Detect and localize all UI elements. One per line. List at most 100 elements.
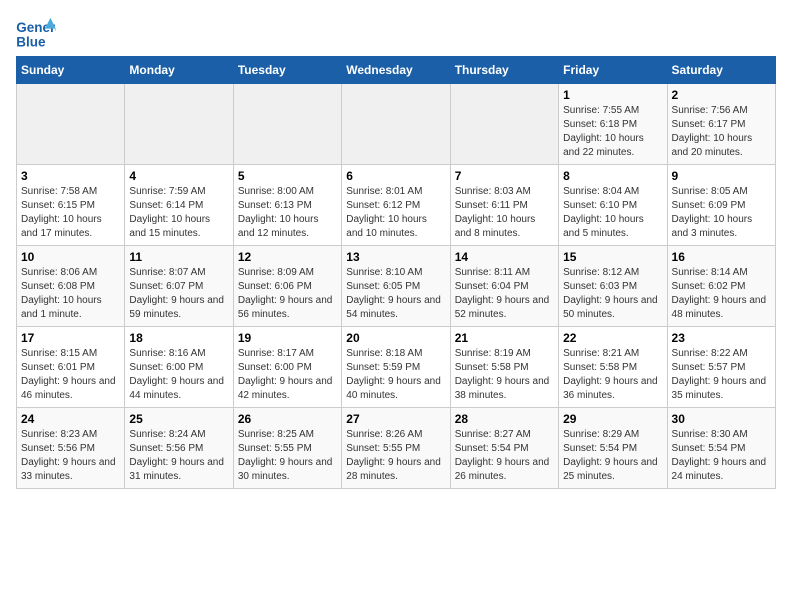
day-number: 1 [563,88,662,102]
day-cell: 9 Sunrise: 8:05 AMSunset: 6:09 PMDaylight… [667,165,775,246]
day-cell: 14 Sunrise: 8:11 AMSunset: 6:04 PMDayligh… [450,246,558,327]
day-cell: 24Sunrise: 8:23 AMSunset: 5:56 PMDayligh… [17,408,125,489]
header-day-wednesday: Wednesday [342,57,450,84]
day-info: Sunrise: 7:56 AMSunset: 6:17 PMDaylight:… [672,104,771,160]
day-cell: 1Sunrise: 7:55 AMSunset: 6:18 PMDaylight… [559,84,667,165]
day-cell: 16Sunrise: 8:14 AMSunset: 6:02 PMDayligh… [667,246,775,327]
header-day-sunday: Sunday [17,57,125,84]
day-cell [125,84,233,165]
day-cell: 12 Sunrise: 8:09 AMSunset: 6:06 PMDayligh… [233,246,341,327]
day-cell: 6 Sunrise: 8:01 AMSunset: 6:12 PMDaylight… [342,165,450,246]
day-cell: 26 Sunrise: 8:25 AMSunset: 5:55 PMDayligh… [233,408,341,489]
header-day-monday: Monday [125,57,233,84]
day-cell: 11 Sunrise: 8:07 AMSunset: 6:07 PMDayligh… [125,246,233,327]
day-info: Sunrise: 8:06 AMSunset: 6:08 PMDaylight:… [21,266,120,322]
day-number: 2 [672,88,771,102]
header-day-friday: Friday [559,57,667,84]
day-info: Sunrise: 8:29 AMSunset: 5:54 PMDaylight:… [563,428,662,484]
day-number: 15 [563,250,662,264]
page-header: General Blue [16,16,776,52]
day-info: Sunrise: 8:22 AMSunset: 5:57 PMDaylight:… [672,347,771,403]
day-number: 29 [563,412,662,426]
day-cell: 2 Sunrise: 7:56 AMSunset: 6:17 PMDaylight… [667,84,775,165]
day-cell: 18 Sunrise: 8:16 AMSunset: 6:00 PMDayligh… [125,327,233,408]
day-info: Sunrise: 8:10 AMSunset: 6:05 PMDaylight:… [346,266,445,322]
day-number: 6 [346,169,445,183]
day-cell: 21Sunrise: 8:19 AMSunset: 5:58 PMDayligh… [450,327,558,408]
day-number: 4 [129,169,228,183]
day-number: 18 [129,331,228,345]
day-cell: 23 Sunrise: 8:22 AMSunset: 5:57 PMDayligh… [667,327,775,408]
day-number: 30 [672,412,771,426]
day-cell [450,84,558,165]
day-cell: 30 Sunrise: 8:30 AMSunset: 5:54 PMDayligh… [667,408,775,489]
day-number: 7 [455,169,554,183]
day-number: 5 [238,169,337,183]
day-number: 27 [346,412,445,426]
day-cell: 27 Sunrise: 8:26 AMSunset: 5:55 PMDayligh… [342,408,450,489]
day-cell: 15 Sunrise: 8:12 AMSunset: 6:03 PMDayligh… [559,246,667,327]
day-cell: 8Sunrise: 8:04 AMSunset: 6:10 PMDaylight… [559,165,667,246]
day-info: Sunrise: 8:11 AMSunset: 6:04 PMDaylight:… [455,266,554,322]
week-row-4: 17 Sunrise: 8:15 AMSunset: 6:01 PMDayligh… [17,327,776,408]
day-number: 28 [455,412,554,426]
day-cell: 5 Sunrise: 8:00 AMSunset: 6:13 PMDaylight… [233,165,341,246]
day-number: 17 [21,331,120,345]
day-info: Sunrise: 7:59 AMSunset: 6:14 PMDaylight:… [129,185,228,241]
day-info: Sunrise: 8:05 AMSunset: 6:09 PMDaylight:… [672,185,771,241]
day-cell: 29 Sunrise: 8:29 AMSunset: 5:54 PMDayligh… [559,408,667,489]
header-day-thursday: Thursday [450,57,558,84]
week-row-3: 10Sunrise: 8:06 AMSunset: 6:08 PMDayligh… [17,246,776,327]
day-cell: 25 Sunrise: 8:24 AMSunset: 5:56 PMDayligh… [125,408,233,489]
day-number: 22 [563,331,662,345]
day-number: 20 [346,331,445,345]
day-cell: 17 Sunrise: 8:15 AMSunset: 6:01 PMDayligh… [17,327,125,408]
day-cell: 22 Sunrise: 8:21 AMSunset: 5:58 PMDayligh… [559,327,667,408]
day-info: Sunrise: 8:23 AMSunset: 5:56 PMDaylight:… [21,428,120,484]
week-row-2: 3 Sunrise: 7:58 AMSunset: 6:15 PMDaylight… [17,165,776,246]
day-number: 26 [238,412,337,426]
day-info: Sunrise: 8:26 AMSunset: 5:55 PMDaylight:… [346,428,445,484]
day-number: 12 [238,250,337,264]
day-info: Sunrise: 8:00 AMSunset: 6:13 PMDaylight:… [238,185,337,241]
logo-icon: General Blue [16,16,56,52]
day-cell: 4 Sunrise: 7:59 AMSunset: 6:14 PMDaylight… [125,165,233,246]
week-row-1: 1Sunrise: 7:55 AMSunset: 6:18 PMDaylight… [17,84,776,165]
day-info: Sunrise: 8:15 AMSunset: 6:01 PMDaylight:… [21,347,120,403]
day-number: 3 [21,169,120,183]
day-info: Sunrise: 8:30 AMSunset: 5:54 PMDaylight:… [672,428,771,484]
header-row: SundayMondayTuesdayWednesdayThursdayFrid… [17,57,776,84]
day-info: Sunrise: 8:25 AMSunset: 5:55 PMDaylight:… [238,428,337,484]
day-info: Sunrise: 8:04 AMSunset: 6:10 PMDaylight:… [563,185,662,241]
day-info: Sunrise: 8:14 AMSunset: 6:02 PMDaylight:… [672,266,771,322]
day-number: 23 [672,331,771,345]
day-info: Sunrise: 8:01 AMSunset: 6:12 PMDaylight:… [346,185,445,241]
day-info: Sunrise: 8:19 AMSunset: 5:58 PMDaylight:… [455,347,554,403]
day-info: Sunrise: 8:27 AMSunset: 5:54 PMDaylight:… [455,428,554,484]
logo: General Blue [16,16,60,52]
day-info: Sunrise: 8:17 AMSunset: 6:00 PMDaylight:… [238,347,337,403]
day-number: 25 [129,412,228,426]
day-cell: 7 Sunrise: 8:03 AMSunset: 6:11 PMDaylight… [450,165,558,246]
calendar-table: SundayMondayTuesdayWednesdayThursdayFrid… [16,56,776,489]
day-number: 14 [455,250,554,264]
day-info: Sunrise: 8:09 AMSunset: 6:06 PMDaylight:… [238,266,337,322]
day-cell: 10Sunrise: 8:06 AMSunset: 6:08 PMDayligh… [17,246,125,327]
day-cell [233,84,341,165]
svg-text:Blue: Blue [16,35,46,50]
header-day-tuesday: Tuesday [233,57,341,84]
day-info: Sunrise: 8:21 AMSunset: 5:58 PMDaylight:… [563,347,662,403]
day-info: Sunrise: 8:12 AMSunset: 6:03 PMDaylight:… [563,266,662,322]
day-number: 11 [129,250,228,264]
day-info: Sunrise: 8:18 AMSunset: 5:59 PMDaylight:… [346,347,445,403]
day-info: Sunrise: 8:07 AMSunset: 6:07 PMDaylight:… [129,266,228,322]
day-cell [342,84,450,165]
day-number: 13 [346,250,445,264]
day-info: Sunrise: 7:58 AMSunset: 6:15 PMDaylight:… [21,185,120,241]
day-info: Sunrise: 8:03 AMSunset: 6:11 PMDaylight:… [455,185,554,241]
day-info: Sunrise: 8:16 AMSunset: 6:00 PMDaylight:… [129,347,228,403]
day-cell: 19Sunrise: 8:17 AMSunset: 6:00 PMDayligh… [233,327,341,408]
day-cell: 3 Sunrise: 7:58 AMSunset: 6:15 PMDaylight… [17,165,125,246]
day-info: Sunrise: 8:24 AMSunset: 5:56 PMDaylight:… [129,428,228,484]
day-number: 9 [672,169,771,183]
